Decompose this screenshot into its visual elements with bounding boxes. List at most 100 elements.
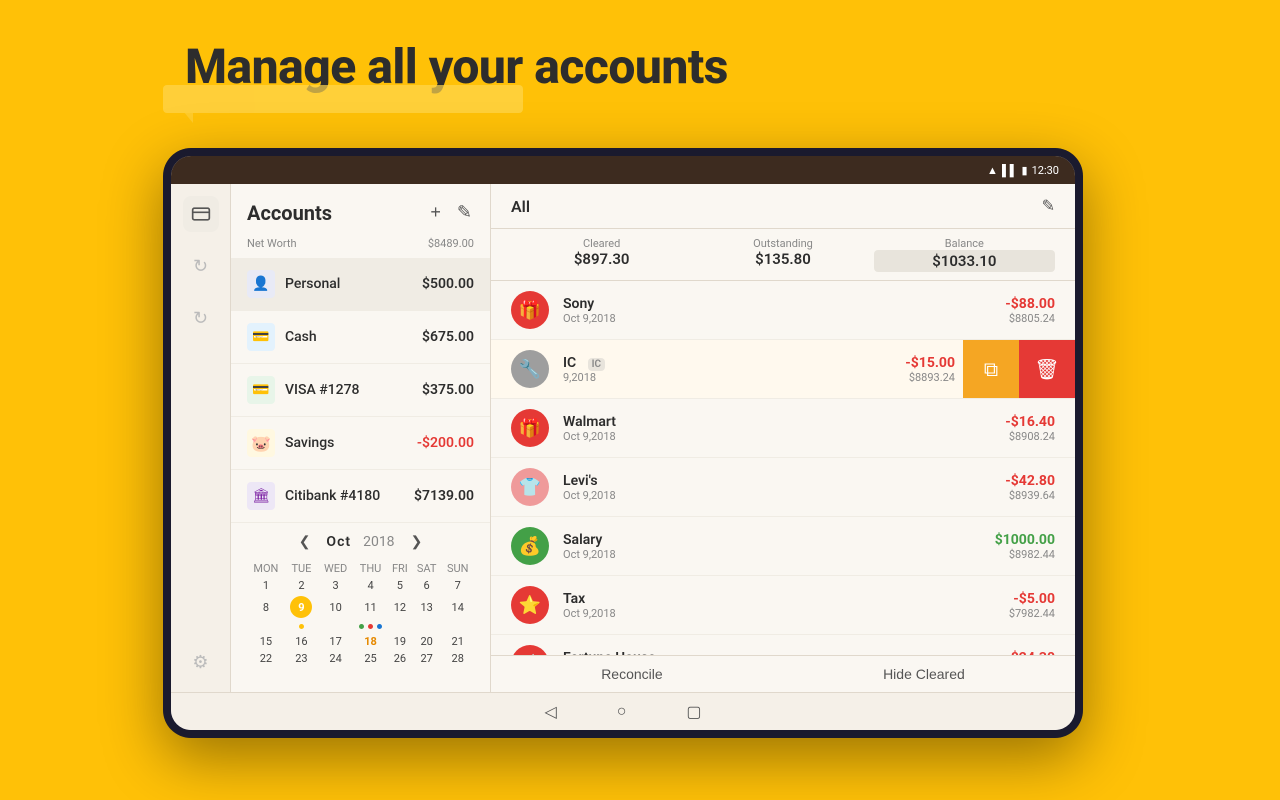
cal-day-23[interactable]: 23 (285, 650, 318, 667)
personal-icon: 👤 (247, 270, 275, 298)
cal-day-9-today[interactable]: 9 (285, 594, 318, 620)
salary-balance: $8982.44 (995, 548, 1055, 561)
cal-day-2[interactable]: 2 (285, 577, 318, 594)
sidebar-icon-settings[interactable]: ⚙ (183, 644, 219, 680)
transaction-walmart[interactable]: 🎁 Walmart Oct 9,2018 -$16.40 $8908.24 (491, 399, 1075, 458)
swipe-actions: ⧉ 🗑 (963, 340, 1075, 398)
account-item-savings[interactable]: 🐷 Savings -$200.00 (231, 417, 490, 470)
nav-home-button[interactable]: ○ (617, 703, 627, 721)
cal-day-27[interactable]: 27 (412, 650, 442, 667)
cal-day-11[interactable]: 11 (353, 594, 388, 620)
reconcile-button[interactable]: Reconcile (601, 666, 662, 682)
net-worth-label: Net Worth (247, 237, 297, 250)
cleared-col: Cleared $897.30 (511, 237, 692, 272)
cal-day-18[interactable]: 18 (353, 633, 388, 650)
tax-name: Tax (563, 591, 1009, 607)
account-item-citibank[interactable]: 🏛 Citibank #4180 $7139.00 (231, 470, 490, 523)
battery-icon: ▮ (1022, 164, 1028, 177)
ic-balance: $8893.24 (905, 371, 955, 384)
levis-info: Levi's Oct 9,2018 (563, 473, 1005, 502)
cal-header-thu: THU (353, 560, 388, 577)
account-item-personal[interactable]: 👤 Personal $500.00 (231, 258, 490, 311)
cal-day-16[interactable]: 16 (285, 633, 318, 650)
sidebar-bottom-icon[interactable]: ⚙ (343, 683, 379, 692)
cal-day-20[interactable]: 20 (412, 633, 442, 650)
cal-day-13[interactable]: 13 (412, 594, 442, 620)
cal-day-24[interactable]: 24 (318, 650, 353, 667)
cal-day-14[interactable]: 14 (441, 594, 474, 620)
transaction-salary[interactable]: 💰 Salary Oct 9,2018 $1000.00 $8982.44 (491, 517, 1075, 576)
calendar-section: ❮ Oct 2018 ❯ MON TUE WED (231, 523, 490, 675)
cal-day-4[interactable]: 4 (353, 577, 388, 594)
transaction-sony[interactable]: 🎁 Sony Oct 9,2018 -$88.00 $8805.24 (491, 281, 1075, 340)
cal-day-5[interactable]: 5 (388, 577, 412, 594)
calendar-year: 2018 (363, 534, 394, 550)
cal-day-3[interactable]: 3 (318, 577, 353, 594)
sony-balance: $8805.24 (1005, 312, 1055, 325)
transaction-levis[interactable]: 👕 Levi's Oct 9,2018 -$42.80 $8939.64 (491, 458, 1075, 517)
cal-day-1[interactable]: 1 (247, 577, 285, 594)
cal-day-21[interactable]: 21 (441, 633, 474, 650)
cal-day-26[interactable]: 26 (388, 650, 412, 667)
sony-name: Sony (563, 296, 1005, 312)
cal-day-10[interactable]: 10 (318, 594, 353, 620)
ic-amount: -$15.00 (905, 355, 955, 371)
cal-day-6[interactable]: 6 (412, 577, 442, 594)
transaction-ic[interactable]: 🔧 IC IC 9,2018 -$15.00 $8893.24 ⧉ 🗑 (491, 340, 1075, 399)
calendar-next-button[interactable]: ❯ (407, 531, 427, 552)
tax-balance: $7982.44 (1009, 607, 1055, 620)
sidebar-icon-refresh2[interactable]: ↻ (183, 300, 219, 336)
cal-day-7[interactable]: 7 (441, 577, 474, 594)
tax-amounts: -$5.00 $7982.44 (1009, 591, 1055, 620)
salary-icon: 💰 (511, 527, 549, 565)
status-icons: ▲ ▌▌ ▮ 12:30 (987, 164, 1059, 177)
copy-action-button[interactable]: ⧉ (963, 340, 1019, 398)
cal-day-28[interactable]: 28 (441, 650, 474, 667)
personal-name: Personal (285, 276, 412, 292)
edit-transactions-button[interactable]: ✎ (1042, 196, 1055, 216)
walmart-amount: -$16.40 (1005, 414, 1055, 430)
edit-accounts-button[interactable]: ✎ (455, 200, 474, 225)
cal-day-12[interactable]: 12 (388, 594, 412, 620)
levis-amount: -$42.80 (1005, 473, 1055, 489)
tax-info: Tax Oct 9,2018 (563, 591, 1009, 620)
transactions-panel: All ✎ Cleared $897.30 Outstanding $135.8… (491, 184, 1075, 692)
cal-header-sun: SUN (441, 560, 474, 577)
tablet-screen: ▲ ▌▌ ▮ 12:30 ↻ ↻ ⚙ (171, 156, 1075, 730)
cash-icon: 💳 (247, 323, 275, 351)
levis-amounts: -$42.80 $8939.64 (1005, 473, 1055, 502)
outstanding-label: Outstanding (692, 237, 873, 250)
calendar-week-1: 1 2 3 4 5 6 7 (247, 577, 474, 594)
add-account-button[interactable]: + (428, 200, 443, 225)
calendar-prev-button[interactable]: ❮ (295, 531, 315, 552)
nav-recent-button[interactable]: ▢ (686, 702, 701, 722)
transaction-tax[interactable]: ⭐ Tax Oct 9,2018 -$5.00 $7982.44 (491, 576, 1075, 635)
filter-label: All (511, 197, 530, 216)
cal-day-15[interactable]: 15 (247, 633, 285, 650)
hide-cleared-button[interactable]: Hide Cleared (883, 666, 965, 682)
account-item-cash[interactable]: 💳 Cash $675.00 (231, 311, 490, 364)
balance-label: Balance (874, 237, 1055, 250)
account-item-visa[interactable]: 💳 VISA #1278 $375.00 (231, 364, 490, 417)
delete-action-button[interactable]: 🗑 (1019, 340, 1075, 398)
savings-icon: 🐷 (247, 429, 275, 457)
cal-day-22[interactable]: 22 (247, 650, 285, 667)
transaction-fortune[interactable]: 🍴 Fortune House Oct 9,2018 -$24.30 $7987… (491, 635, 1075, 655)
sidebar-icon-refresh1[interactable]: ↻ (183, 248, 219, 284)
savings-balance: -$200.00 (417, 435, 474, 451)
bottom-toolbar: Reconcile Hide Cleared (491, 655, 1075, 692)
salary-date: Oct 9,2018 (563, 548, 995, 561)
nav-back-button[interactable]: ◁ (544, 702, 556, 722)
cal-day-17[interactable]: 17 (318, 633, 353, 650)
cal-day-19[interactable]: 19 (388, 633, 412, 650)
cal-day-8[interactable]: 8 (247, 594, 285, 620)
cal-day-25[interactable]: 25 (353, 650, 388, 667)
balance-value: $1033.10 (874, 250, 1055, 272)
sidebar-icon-accounts[interactable] (183, 196, 219, 232)
levis-balance: $8939.64 (1005, 489, 1055, 502)
net-worth-row: Net Worth $8489.00 (231, 233, 490, 258)
calendar-week-2: 8 9 10 11 12 13 14 (247, 594, 474, 620)
sony-info: Sony Oct 9,2018 (563, 296, 1005, 325)
balance-col: Balance $1033.10 (874, 237, 1055, 272)
cal-header-mon: MON (247, 560, 285, 577)
